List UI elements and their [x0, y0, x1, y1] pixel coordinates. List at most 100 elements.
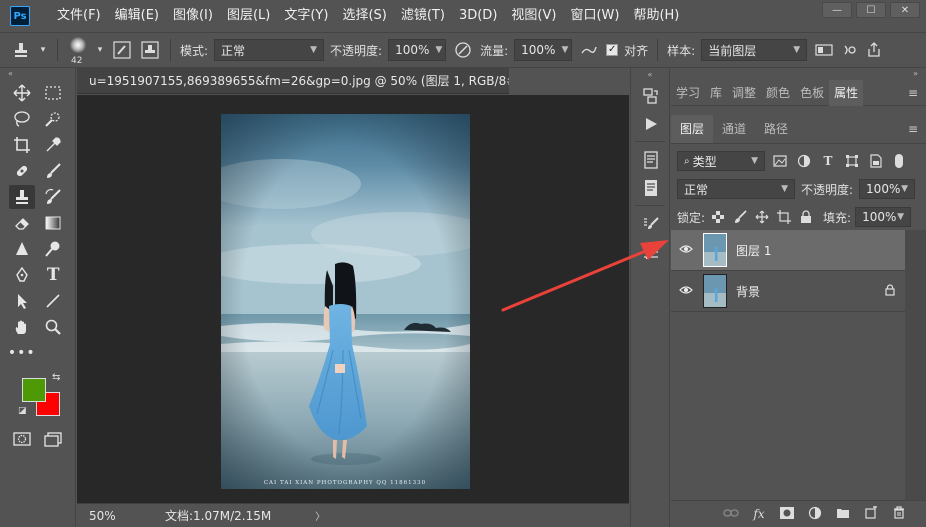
lock-position-icon[interactable] — [753, 208, 771, 226]
more-tools-icon[interactable]: ••• — [8, 341, 35, 365]
quick-selection-tool-icon[interactable] — [40, 107, 66, 131]
ignore-adjustment-layers-icon[interactable] — [813, 39, 835, 61]
layer-row[interactable]: 图层 1 — [671, 230, 905, 271]
brush-preset-picker[interactable]: 42 — [67, 37, 89, 66]
crop-tool-icon[interactable] — [9, 133, 35, 157]
menu-3d[interactable]: 3D(D) — [452, 0, 504, 32]
airbrush-icon[interactable] — [578, 39, 600, 61]
expand-panels-icon[interactable]: « — [631, 68, 669, 82]
maximize-button[interactable]: ☐ — [856, 2, 886, 18]
align-checkbox[interactable]: ✓ — [606, 44, 619, 56]
quick-mask-icon[interactable] — [9, 427, 35, 451]
notes-panel-icon[interactable] — [631, 146, 671, 174]
default-colors-icon[interactable]: ◪ — [18, 406, 27, 416]
tab-properties[interactable]: 属性 — [829, 79, 864, 106]
tab-libraries[interactable]: 库 — [705, 80, 727, 106]
filter-type-icon[interactable]: T — [819, 152, 837, 170]
layer-style-fx-icon[interactable]: fx — [750, 507, 768, 521]
layer-row[interactable]: 背景 — [671, 271, 905, 312]
tab-swatches[interactable]: 色板 — [795, 80, 829, 106]
lasso-tool-icon[interactable] — [9, 107, 35, 131]
zoom-tool-icon[interactable] — [40, 315, 66, 339]
delete-layer-trash-icon[interactable] — [890, 506, 908, 522]
layers-scrollbar[interactable] — [905, 230, 926, 500]
eye-icon[interactable] — [671, 243, 701, 257]
new-group-folder-icon[interactable] — [834, 507, 852, 522]
tab-adjustments[interactable]: 调整 — [727, 80, 761, 106]
history-brush-tool-icon[interactable] — [40, 185, 66, 209]
foreground-color-swatch[interactable] — [22, 378, 46, 402]
menu-window[interactable]: 窗口(W) — [563, 0, 626, 32]
close-window-button[interactable]: ✕ — [890, 2, 920, 18]
layer-opacity-input[interactable]: 100% ▼ — [859, 179, 916, 199]
history-panel-icon[interactable] — [631, 82, 671, 110]
sample-select[interactable]: 当前图层 ▼ — [701, 39, 808, 61]
new-adjustment-layer-icon[interactable] — [806, 506, 824, 523]
opacity-input[interactable]: 100% ▼ — [388, 39, 447, 61]
move-tool-icon[interactable] — [9, 81, 35, 105]
menu-view[interactable]: 视图(V) — [504, 0, 563, 32]
lock-all-icon[interactable] — [797, 208, 815, 226]
add-mask-icon[interactable] — [778, 506, 796, 522]
filter-shape-icon[interactable] — [843, 152, 861, 170]
menu-edit[interactable]: 编辑(E) — [108, 0, 166, 32]
filter-pixel-icon[interactable] — [771, 152, 789, 170]
eyedropper-tool-icon[interactable] — [40, 133, 66, 157]
document-tab[interactable]: u=1951907155,869389655&fm=26&gp=0.jpg @ … — [77, 68, 554, 94]
fill-input[interactable]: 100% ▼ — [855, 207, 912, 227]
chevron-down-icon[interactable]: ▾ — [95, 39, 105, 61]
actions-play-icon[interactable] — [631, 110, 671, 138]
hand-tool-icon[interactable] — [9, 315, 35, 339]
blur-tool-icon[interactable] — [9, 237, 35, 261]
path-selection-tool-icon[interactable] — [9, 289, 35, 313]
swap-colors-icon[interactable]: ⇆ — [52, 372, 60, 383]
healing-brush-tool-icon[interactable] — [9, 159, 35, 183]
menu-type[interactable]: 文字(Y) — [277, 0, 335, 32]
blend-mode-select[interactable]: 正常 ▼ — [677, 179, 795, 199]
collapse-toolbar-icon[interactable]: « — [0, 68, 75, 80]
pressure-size-icon[interactable] — [841, 39, 857, 61]
collapse-panels-icon[interactable]: » — [671, 68, 926, 80]
tab-color[interactable]: 颜色 — [761, 80, 795, 106]
new-layer-icon[interactable] — [862, 505, 880, 522]
eraser-tool-icon[interactable] — [9, 211, 35, 235]
adjustments-panel-icon[interactable] — [631, 238, 671, 266]
gradient-tool-icon[interactable] — [40, 211, 66, 235]
pen-tool-icon[interactable] — [9, 263, 35, 287]
menu-file[interactable]: 文件(F) — [50, 0, 108, 32]
filter-smart-object-icon[interactable] — [867, 152, 885, 170]
mode-select[interactable]: 正常 ▼ — [214, 39, 325, 61]
menu-help[interactable]: 帮助(H) — [626, 0, 686, 32]
zoom-level-field[interactable]: 50% — [89, 509, 139, 523]
paragraph-panel-icon[interactable] — [631, 174, 671, 202]
minimize-button[interactable]: — — [822, 2, 852, 18]
tab-channels[interactable]: 通道 — [713, 115, 755, 143]
menu-layer[interactable]: 图层(L) — [220, 0, 277, 32]
line-tool-icon[interactable] — [40, 289, 66, 313]
lock-image-pixels-icon[interactable] — [731, 208, 749, 226]
lock-transparent-pixels-icon[interactable] — [709, 208, 727, 226]
link-layers-icon[interactable] — [722, 507, 740, 521]
document-photo[interactable]: CAI TAI XIAN PHOTOGRAPHY QQ 11861330 — [221, 114, 470, 489]
status-menu-arrow[interactable]: 〉 — [315, 508, 325, 523]
tab-layers[interactable]: 图层 — [671, 115, 714, 143]
screen-mode-icon[interactable] — [40, 427, 66, 451]
menu-image[interactable]: 图像(I) — [166, 0, 220, 32]
tab-learn[interactable]: 学习 — [671, 80, 705, 106]
menu-select[interactable]: 选择(S) — [335, 0, 393, 32]
layer-filter-select[interactable]: ⌕ 类型 ▼ — [677, 151, 765, 171]
chevron-down-icon[interactable]: ▾ — [38, 39, 48, 61]
clone-stamp-tool-preset-icon[interactable] — [10, 39, 32, 61]
brush-tool-icon[interactable] — [40, 159, 66, 183]
flow-input[interactable]: 100% ▼ — [514, 39, 573, 61]
lock-artboard-icon[interactable] — [775, 208, 793, 226]
filter-adjustment-icon[interactable] — [795, 152, 813, 170]
panel-menu-icon[interactable]: ≡ — [908, 116, 918, 142]
brush-settings-panel-icon[interactable] — [631, 210, 671, 238]
tab-paths[interactable]: 路径 — [755, 115, 797, 143]
eye-icon[interactable] — [671, 284, 701, 298]
brush-settings-icon[interactable] — [111, 39, 133, 61]
clone-stamp-tool-icon[interactable] — [8, 185, 35, 209]
marquee-tool-icon[interactable] — [40, 81, 66, 105]
panel-menu-icon[interactable]: ≡ — [908, 80, 918, 106]
